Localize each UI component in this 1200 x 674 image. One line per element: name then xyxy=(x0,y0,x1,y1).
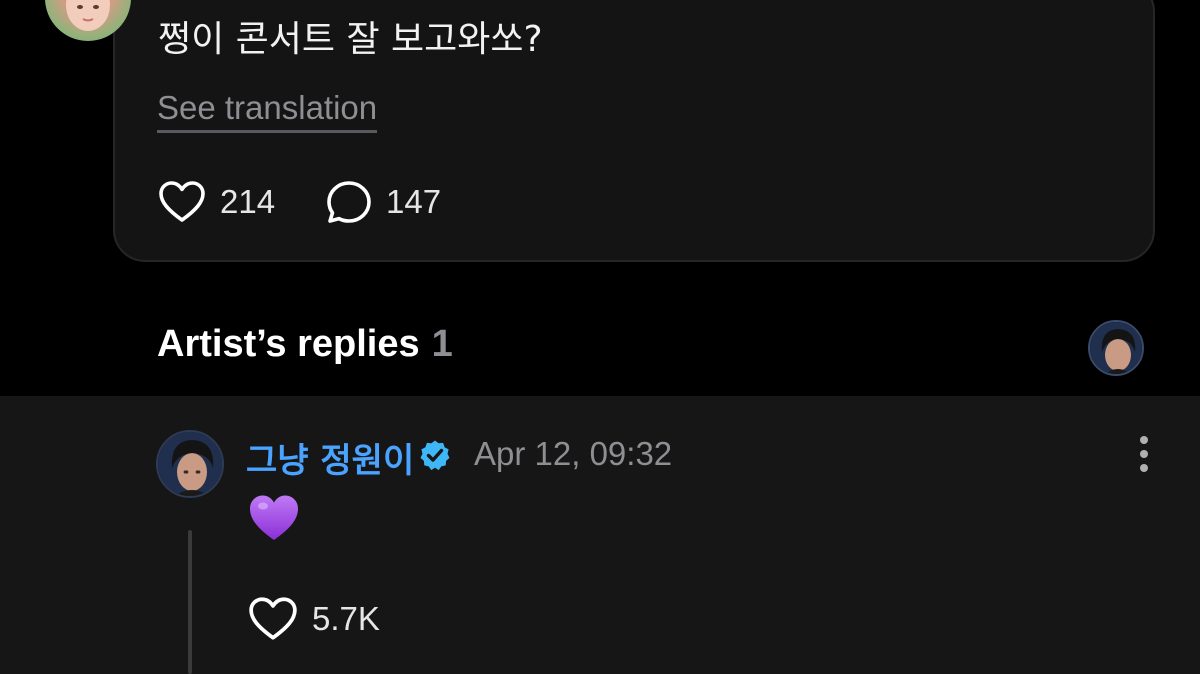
thread-line xyxy=(188,530,192,674)
artist-replies-count: 1 xyxy=(431,323,453,365)
verified-badge-icon xyxy=(420,440,450,471)
page: 쩡이 콘서트 잘 보고와쏘? See translation 214 147 A… xyxy=(0,0,1200,674)
heart-outline-icon xyxy=(249,597,297,640)
reply-like-count: 5.7K xyxy=(312,600,380,637)
avatar-image xyxy=(1090,322,1142,374)
artist-avatar-header[interactable] xyxy=(1088,320,1144,376)
post-text: 쩡이 콘서트 잘 보고와쏘? xyxy=(158,19,543,60)
reply-timestamp: Apr 12, 09:32 xyxy=(474,435,673,472)
see-translation-link[interactable]: See translation xyxy=(157,88,378,133)
artist-replies-title: Artist’s replies xyxy=(157,323,420,365)
speech-bubble-icon xyxy=(327,181,371,223)
reply-author-name[interactable]: 그냥 정원이 xyxy=(246,433,414,482)
post-comment-button[interactable]: 147 xyxy=(326,180,441,224)
post-like-button[interactable]: 214 xyxy=(158,180,275,224)
reply-like-button[interactable]: 5.7K xyxy=(248,596,380,642)
reply-author-avatar[interactable] xyxy=(156,430,224,498)
heart-outline-icon xyxy=(159,181,205,222)
more-vertical-icon[interactable] xyxy=(1130,434,1158,474)
purple-heart-emoji xyxy=(250,495,298,540)
post-like-count: 214 xyxy=(220,183,276,220)
post-comment-count: 147 xyxy=(386,183,442,220)
artist-replies-heading: Artist’s replies 1 xyxy=(157,323,453,366)
